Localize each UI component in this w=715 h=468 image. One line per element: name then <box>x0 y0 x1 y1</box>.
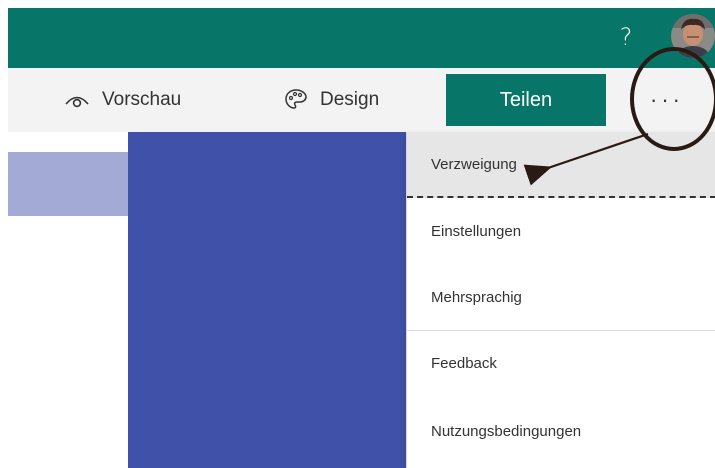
menu-item-label: Feedback <box>431 355 497 372</box>
toolbar: Vorschau Design Teilen ··· <box>8 68 715 132</box>
menu-item-branching[interactable]: Verzweigung <box>407 132 715 198</box>
menu-item-label: Verzweigung <box>431 155 517 173</box>
more-options-button[interactable]: ··· <box>632 76 702 124</box>
menu-item-settings[interactable]: Einstellungen <box>407 198 715 264</box>
design-label: Design <box>320 89 380 110</box>
user-avatar[interactable] <box>671 14 715 58</box>
menu-item-label: Einstellungen <box>431 222 522 240</box>
top-bar: ? <box>8 8 715 68</box>
preview-button[interactable]: Vorschau <box>64 68 181 132</box>
menu-item-label: Nutzungsbedingungen <box>431 422 582 440</box>
eye-icon <box>64 90 90 110</box>
menu-item-multilingual[interactable]: Mehrsprachig <box>407 264 715 330</box>
menu-item-terms-of-use[interactable]: Nutzungsbedingungen <box>407 398 715 464</box>
design-button[interactable]: Design <box>284 68 379 132</box>
help-icon[interactable]: ? <box>611 22 641 52</box>
palette-icon <box>284 88 308 112</box>
preview-label: Vorschau <box>102 89 182 110</box>
form-title-strip <box>8 152 128 216</box>
menu-item-label: Mehrsprachig <box>431 288 522 306</box>
share-button[interactable]: Teilen <box>446 74 606 126</box>
form-theme-background <box>128 132 406 468</box>
menu-item-feedback[interactable]: Feedback <box>407 330 715 396</box>
more-options-menu: Verzweigung Einstellungen Mehrsprachig F… <box>406 132 715 468</box>
